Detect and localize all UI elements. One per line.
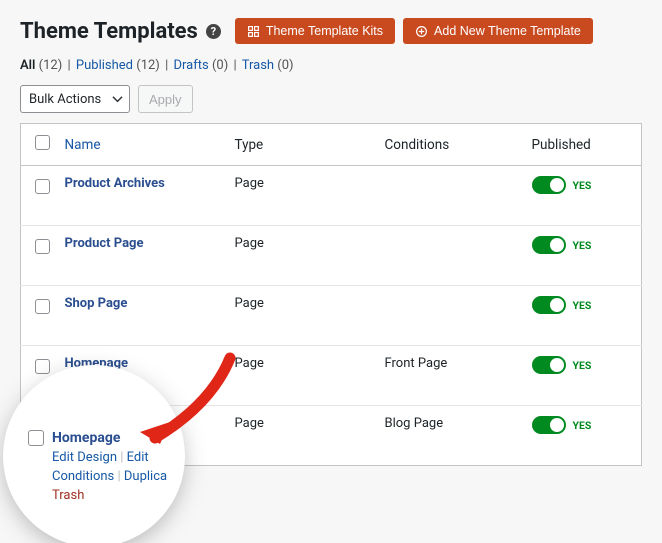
- col-name[interactable]: Name: [65, 137, 101, 153]
- status-filters: All (12) | Published (12) | Drafts (0) |…: [20, 58, 642, 73]
- filter-drafts[interactable]: Drafts: [174, 58, 209, 73]
- row-conditions: [375, 166, 522, 226]
- publish-toggle[interactable]: [532, 296, 566, 314]
- bulk-actions-label: Bulk Actions: [29, 92, 101, 107]
- row-conditions: [375, 286, 522, 346]
- publish-toggle[interactable]: [532, 416, 566, 434]
- row-type: Page: [225, 406, 375, 466]
- row-checkbox[interactable]: [35, 299, 50, 314]
- publish-state: YES: [573, 299, 592, 312]
- row-title[interactable]: Shop Page: [65, 296, 128, 311]
- row-type: Page: [225, 166, 375, 226]
- magnifier-overlay: Homepage Edit Design | Edit Conditions |…: [8, 370, 180, 542]
- table-row: Shop Page Page YES: [21, 286, 642, 346]
- select-all-checkbox[interactable]: [35, 135, 50, 150]
- row-conditions: Front Page: [375, 346, 522, 406]
- page-title: Theme Templates: [20, 19, 198, 44]
- add-template-button[interactable]: Add New Theme Template: [403, 18, 593, 44]
- zoom-row-actions: Edit Design | Edit Conditions | Duplica …: [52, 449, 180, 506]
- zoom-checkbox[interactable]: [28, 430, 44, 446]
- publish-toggle[interactable]: [532, 356, 566, 374]
- theme-kits-label: Theme Template Kits: [266, 24, 383, 38]
- help-icon[interactable]: ?: [206, 24, 221, 39]
- filter-all[interactable]: All: [20, 58, 35, 73]
- row-title[interactable]: Homepage: [65, 356, 129, 371]
- publish-toggle[interactable]: [532, 176, 566, 194]
- apply-button[interactable]: Apply: [138, 85, 193, 113]
- theme-kits-button[interactable]: Theme Template Kits: [235, 18, 395, 44]
- bulk-actions-select[interactable]: Bulk Actions: [20, 85, 130, 113]
- table-row: Product Page Page YES: [21, 226, 642, 286]
- filter-published[interactable]: Published: [76, 58, 133, 73]
- zoom-duplicate[interactable]: Duplica: [124, 469, 167, 484]
- row-conditions: [375, 226, 522, 286]
- add-template-label: Add New Theme Template: [434, 24, 581, 38]
- row-checkbox[interactable]: [35, 179, 50, 194]
- publish-toggle[interactable]: [532, 236, 566, 254]
- publish-state: YES: [573, 179, 592, 192]
- chevron-down-icon: [112, 94, 123, 105]
- row-type: Page: [225, 286, 375, 346]
- row-title[interactable]: Product Archives: [65, 176, 165, 191]
- row-type: Page: [225, 346, 375, 406]
- filter-trash[interactable]: Trash: [242, 58, 274, 73]
- row-checkbox[interactable]: [35, 239, 50, 254]
- zoom-edit-design[interactable]: Edit Design: [52, 450, 117, 465]
- zoom-row-title[interactable]: Homepage: [52, 430, 120, 446]
- table-row: Product Archives Page YES: [21, 166, 642, 226]
- col-conditions: Conditions: [375, 124, 522, 166]
- col-type: Type: [225, 124, 375, 166]
- row-title[interactable]: Product Page: [65, 236, 144, 251]
- row-conditions: Blog Page: [375, 406, 522, 466]
- publish-state: YES: [573, 359, 592, 372]
- zoom-trash[interactable]: Trash: [52, 488, 84, 503]
- row-checkbox[interactable]: [35, 359, 50, 374]
- col-published: Published: [522, 124, 642, 166]
- publish-state: YES: [573, 419, 592, 432]
- publish-state: YES: [573, 239, 592, 252]
- row-type: Page: [225, 226, 375, 286]
